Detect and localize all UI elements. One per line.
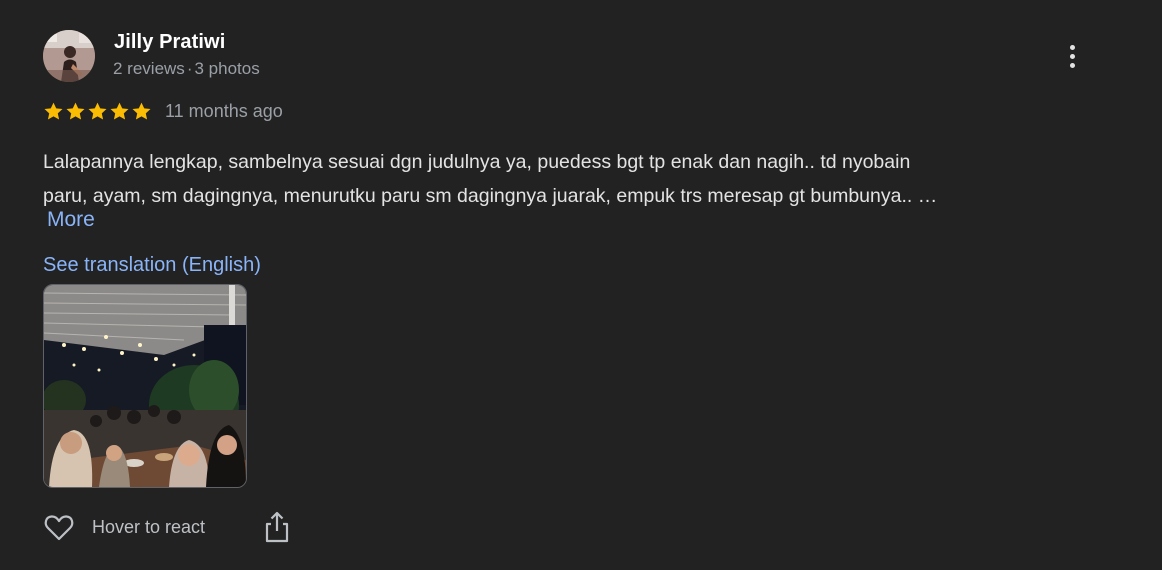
share-button[interactable] <box>263 510 291 544</box>
see-translation-link[interactable]: See translation (English) <box>43 254 261 277</box>
photo-count: 3 photos <box>194 59 260 78</box>
review-photo[interactable] <box>43 284 247 488</box>
star-icon <box>132 102 151 120</box>
review-text-line: Lalapannya lengkap, sambelnya sesuai dgn… <box>43 151 911 173</box>
more-vert-icon-dot <box>1069 53 1075 59</box>
more-vert-icon <box>1069 44 1075 50</box>
heart-outline-icon <box>44 515 74 541</box>
star-icon <box>66 102 85 120</box>
review-time: 11 months ago <box>165 100 283 121</box>
meta-separator: · <box>186 59 193 78</box>
star-icon <box>44 102 63 120</box>
share-icon <box>265 511 289 543</box>
review-count: 2 reviews <box>113 59 185 78</box>
more-link[interactable]: More <box>47 208 95 232</box>
more-vert-icon-dot <box>1069 62 1075 68</box>
star-icon <box>88 102 107 120</box>
react-button[interactable]: Hover to react <box>43 511 205 543</box>
rating-row: 11 months ago <box>43 100 283 122</box>
review-card: Jilly Pratiwi 2 reviews · 3 photos 11 mont… <box>0 0 1162 570</box>
review-text: Lalapannya lengkap, sambelnya sesuai dgn… <box>43 145 1083 213</box>
star-rating <box>43 101 152 122</box>
reviewer-avatar[interactable] <box>43 30 95 82</box>
react-label: Hover to react <box>92 516 206 537</box>
reviewer-stats: 2 reviews · 3 photos <box>113 59 260 79</box>
star-icon <box>110 102 129 120</box>
review-text-line: paru, ayam, sm dagingnya, menurutku paru… <box>43 185 938 207</box>
more-options-button[interactable] <box>1058 40 1086 72</box>
reviewer-name[interactable]: Jilly Pratiwi <box>114 31 225 54</box>
review-actions: Hover to react <box>43 510 289 544</box>
